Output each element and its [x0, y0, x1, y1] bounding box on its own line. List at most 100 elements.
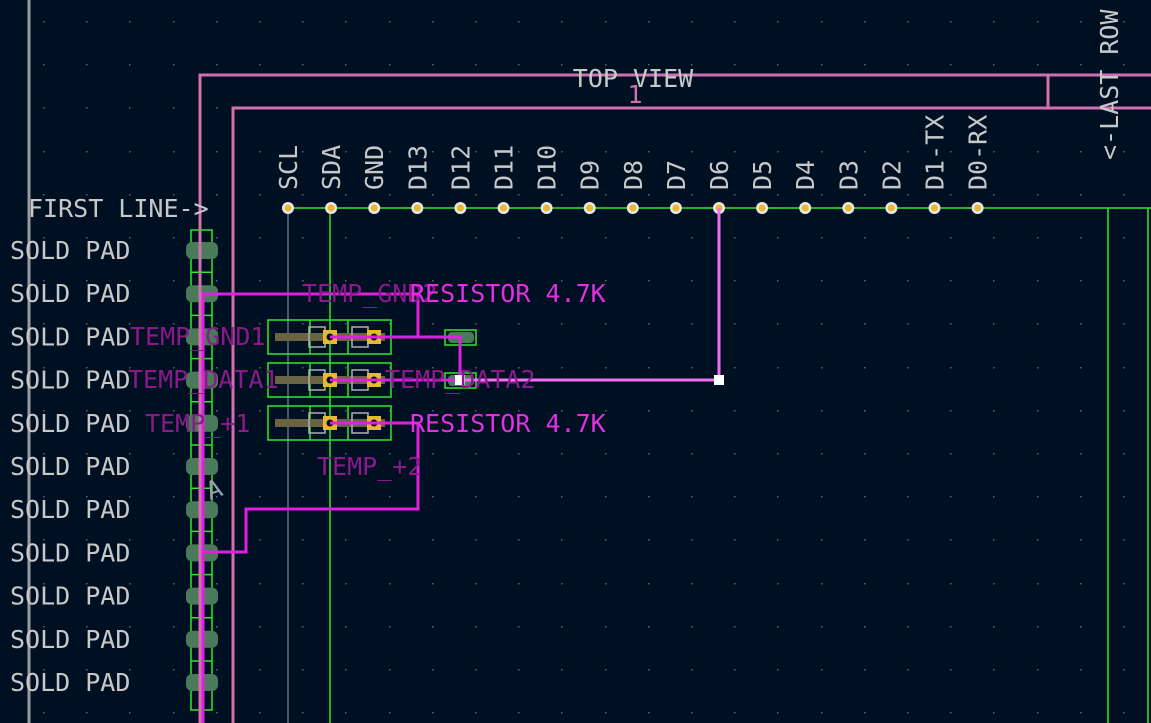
trace-vcc[interactable] — [203, 421, 420, 554]
grid-dot — [821, 669, 823, 671]
pin-drill — [370, 204, 378, 212]
grid-dot — [648, 410, 650, 412]
grid-dot — [216, 712, 218, 714]
grid-dot — [1080, 21, 1082, 23]
grid-dot — [777, 280, 779, 282]
pin-drill — [284, 204, 292, 212]
pin-label: D10 — [533, 145, 562, 190]
grid-dot — [993, 194, 995, 196]
grid-dot — [734, 323, 736, 325]
pin-label: D4 — [791, 160, 820, 190]
grid-dot — [345, 237, 347, 239]
grid-dot — [777, 539, 779, 541]
grid-dot — [648, 712, 650, 714]
grid-dot — [216, 107, 218, 109]
grid-dot — [648, 237, 650, 239]
grid-dot — [1080, 367, 1082, 369]
grid-dot — [259, 21, 261, 23]
grid-dot — [475, 712, 477, 714]
pin-drill — [629, 204, 637, 212]
grid-dot — [561, 583, 563, 585]
grid-dot — [864, 367, 866, 369]
grid-dot — [950, 367, 952, 369]
grid-dot — [345, 367, 347, 369]
grid-dot — [259, 194, 261, 196]
grid-dot — [518, 453, 520, 455]
grid-dot — [691, 280, 693, 282]
grid-dot — [1037, 323, 1039, 325]
solder-pad-label: SOLD PAD — [10, 366, 130, 395]
grid-dot — [907, 583, 909, 585]
grid-dot — [691, 712, 693, 714]
grid-dot — [864, 323, 866, 325]
grid-dot — [648, 21, 650, 23]
grid-dot — [389, 21, 391, 23]
grid-dot — [1080, 669, 1082, 671]
grid-dot — [950, 669, 952, 671]
grid-dot — [518, 669, 520, 671]
grid-dot — [345, 712, 347, 714]
grid-dot — [173, 21, 175, 23]
solder-pad-label: SOLD PAD — [10, 538, 130, 567]
pin-label: D7 — [662, 160, 691, 190]
grid-dot — [259, 539, 261, 541]
grid-dot — [864, 280, 866, 282]
grid-dot — [389, 539, 391, 541]
grid-dot — [821, 21, 823, 23]
grid-dot — [475, 323, 477, 325]
pin-drill — [844, 204, 852, 212]
grid-dot — [950, 323, 952, 325]
grid-dot — [129, 64, 131, 66]
grid-dot — [345, 626, 347, 628]
grid-dot — [475, 583, 477, 585]
grid-dot — [907, 410, 909, 412]
grid-dot — [691, 669, 693, 671]
grid-dot — [907, 669, 909, 671]
grid-dot — [86, 64, 88, 66]
grid-dot — [561, 64, 563, 66]
grid-dot — [259, 583, 261, 585]
grid-dot — [907, 367, 909, 369]
grid-dot — [173, 669, 175, 671]
via-d6[interactable] — [714, 375, 724, 385]
temp-p2-label: TEMP_+2 — [317, 452, 422, 481]
grid-dot — [821, 151, 823, 153]
grid-dot — [259, 280, 261, 282]
pin-drill — [801, 204, 809, 212]
grid-dot — [302, 626, 304, 628]
grid-dot — [1080, 626, 1082, 628]
grid-dot — [777, 496, 779, 498]
grid-dot — [86, 21, 88, 23]
grid-dot — [432, 237, 434, 239]
grid-dot — [691, 194, 693, 196]
grid-dot — [993, 280, 995, 282]
grid-dot — [432, 626, 434, 628]
grid-dot — [1123, 194, 1125, 196]
pcb-canvas[interactable]: TOP VIEW 1 <-LAST ROW FIRST LINE-> SCL SD… — [0, 0, 1151, 723]
grid-dot — [950, 64, 952, 66]
grid-dot — [605, 151, 607, 153]
grid-dot — [561, 21, 563, 23]
grid-dot — [475, 194, 477, 196]
grid-dot — [777, 21, 779, 23]
grid-dot — [86, 712, 88, 714]
grid-dot — [475, 21, 477, 23]
grid-dot — [216, 151, 218, 153]
grid-dot — [1123, 539, 1125, 541]
grid-dot — [1037, 64, 1039, 66]
grid-dot — [734, 64, 736, 66]
grid-dot — [389, 64, 391, 66]
grid-dot — [1080, 453, 1082, 455]
pin-label: D13 — [403, 145, 432, 190]
grid-dot — [1037, 237, 1039, 239]
grid-dot — [734, 712, 736, 714]
grid-dot — [1037, 280, 1039, 282]
grid-dot — [302, 410, 304, 412]
grid-dot — [432, 712, 434, 714]
grid-dot — [1123, 453, 1125, 455]
solder-pad[interactable] — [186, 242, 218, 259]
grid-dot — [432, 64, 434, 66]
grid-dot — [518, 496, 520, 498]
solder-pad-label: SOLD PAD — [10, 495, 130, 524]
grid-dot — [864, 496, 866, 498]
